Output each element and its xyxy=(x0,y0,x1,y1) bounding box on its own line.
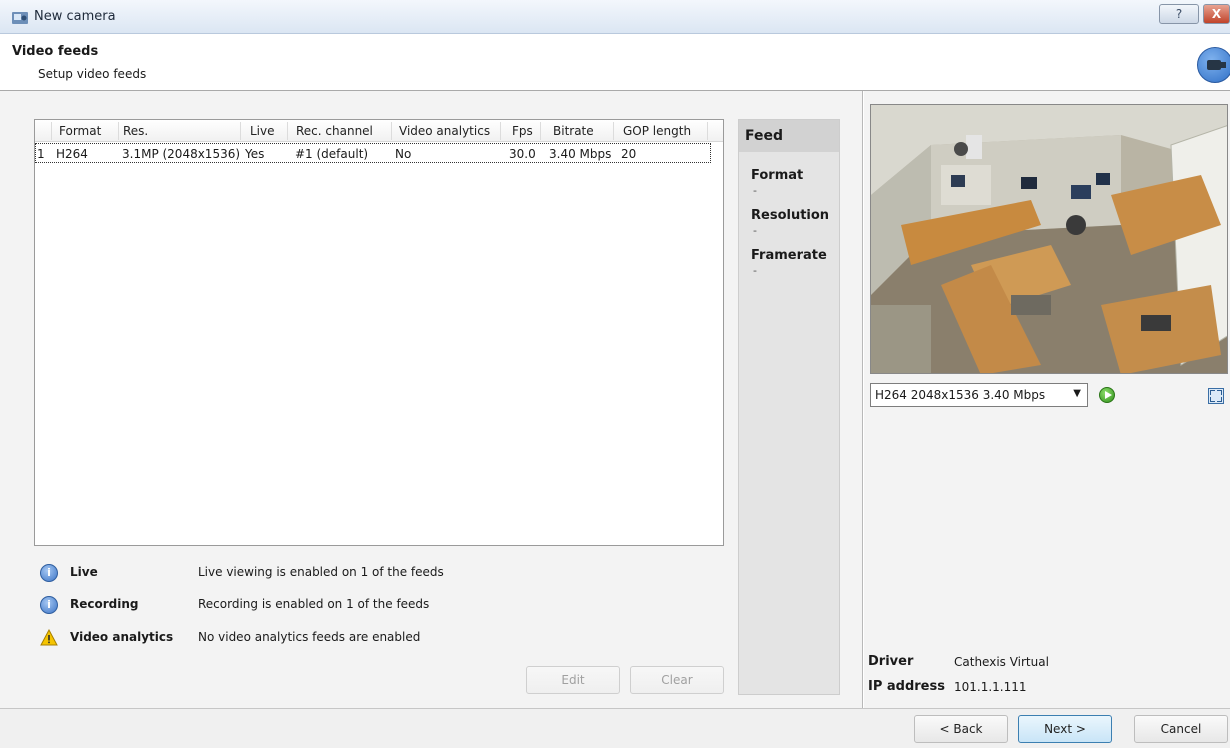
info-icon: i xyxy=(40,564,58,582)
column-divider xyxy=(118,122,119,140)
cell-format: H264 xyxy=(56,147,88,161)
summary-live: i Live Live viewing is enabled on 1 of t… xyxy=(40,564,730,584)
resolution-label: Resolution xyxy=(751,208,830,223)
help-icon: ? xyxy=(1175,7,1183,21)
page-header: Video feeds Setup video feeds xyxy=(0,34,1230,90)
column-header-live[interactable]: Live xyxy=(250,124,275,138)
stream-select[interactable]: H264 2048x1536 3.40 Mbps ▼ xyxy=(870,383,1088,407)
ip-address-label: IP address xyxy=(868,679,945,694)
framerate-value: - xyxy=(753,264,757,277)
feed-panel-title: Feed xyxy=(745,128,784,144)
summary-text: Live viewing is enabled on 1 of the feed… xyxy=(198,565,444,579)
next-button[interactable]: Next > xyxy=(1018,715,1112,743)
summary-label: Recording xyxy=(70,597,139,611)
row-index: 1 xyxy=(37,147,45,161)
column-header-format[interactable]: Format xyxy=(59,124,101,138)
cell-rec-channel: #1 (default) xyxy=(295,147,369,161)
feeds-table: Format Res. Live Rec. channel Video anal… xyxy=(34,119,724,546)
edit-button[interactable]: Edit xyxy=(526,666,620,694)
info-icon: i xyxy=(40,596,58,614)
column-divider xyxy=(500,122,501,140)
column-divider xyxy=(707,122,708,140)
column-header-gop-length[interactable]: GOP length xyxy=(623,124,691,138)
column-divider xyxy=(287,122,288,140)
table-row[interactable]: 1 H264 3.1MP (2048x1536) Yes #1 (default… xyxy=(35,143,711,163)
camera-lens xyxy=(1207,60,1221,70)
camera-preview[interactable] xyxy=(870,104,1228,374)
driver-label: Driver xyxy=(868,654,914,669)
summary-text: Recording is enabled on 1 of the feeds xyxy=(198,597,430,611)
column-divider xyxy=(613,122,614,140)
column-header-bitrate[interactable]: Bitrate xyxy=(553,124,594,138)
title-bar: New camera ? X xyxy=(0,0,1230,34)
column-divider xyxy=(51,122,52,140)
cell-video-analytics: No xyxy=(395,147,412,161)
framerate-label: Framerate xyxy=(751,248,827,263)
warning-icon xyxy=(40,629,58,646)
page-title: Video feeds xyxy=(12,44,99,59)
driver-value: Cathexis Virtual xyxy=(954,655,1049,669)
feed-panel-header: Feed xyxy=(739,120,839,152)
column-divider xyxy=(540,122,541,140)
camera-preview-image xyxy=(871,105,1227,373)
summary-label: Live xyxy=(70,565,98,579)
column-header-fps[interactable]: Fps xyxy=(512,124,533,138)
play-icon[interactable] xyxy=(1099,387,1115,403)
summary-video-analytics: Video analytics No video analytics feeds… xyxy=(40,629,730,649)
camera-app-icon xyxy=(12,12,28,24)
cell-live: Yes xyxy=(245,147,265,161)
cell-res: 3.1MP (2048x1536) xyxy=(122,147,241,161)
feed-details-panel: Feed Format - Resolution - Framerate - xyxy=(738,119,840,695)
format-label: Format xyxy=(751,168,804,183)
main-content: Format Res. Live Rec. channel Video anal… xyxy=(0,90,1230,709)
panel-divider-highlight xyxy=(863,91,864,709)
summary-label: Video analytics xyxy=(70,630,174,644)
summary-text: No video analytics feeds are enabled xyxy=(198,630,421,644)
close-button[interactable]: X xyxy=(1203,4,1230,24)
camera-icon xyxy=(1197,47,1230,83)
column-header-res[interactable]: Res. xyxy=(123,124,148,138)
table-header: Format Res. Live Rec. channel Video anal… xyxy=(35,120,723,142)
back-button[interactable]: < Back xyxy=(914,715,1008,743)
summary-recording: i Recording Recording is enabled on 1 of… xyxy=(40,596,730,616)
help-button[interactable]: ? xyxy=(1159,4,1199,24)
column-header-rec-channel[interactable]: Rec. channel xyxy=(296,124,373,138)
column-header-video-analytics[interactable]: Video analytics xyxy=(399,124,490,138)
camera-lens-front xyxy=(1220,62,1226,68)
cell-fps: 30.0 xyxy=(509,147,536,161)
wizard-footer: < Back Next > Cancel xyxy=(0,708,1230,748)
cell-gop-length: 20 xyxy=(621,147,637,161)
clear-button[interactable]: Clear xyxy=(630,666,724,694)
stream-select-value: H264 2048x1536 3.40 Mbps xyxy=(875,388,1046,402)
column-divider xyxy=(391,122,392,140)
resolution-value: - xyxy=(753,224,757,237)
cell-bitrate: 3.40 Mbps xyxy=(549,147,612,161)
close-icon: X xyxy=(1211,7,1222,21)
format-value: - xyxy=(753,184,757,197)
fullscreen-icon[interactable] xyxy=(1208,388,1224,404)
window-title: New camera xyxy=(34,9,116,24)
page-subtitle: Setup video feeds xyxy=(38,67,147,81)
cancel-button[interactable]: Cancel xyxy=(1134,715,1228,743)
chevron-down-icon: ▼ xyxy=(1073,388,1081,399)
ip-address-value: 101.1.1.111 xyxy=(954,680,1027,694)
column-divider xyxy=(240,122,241,140)
